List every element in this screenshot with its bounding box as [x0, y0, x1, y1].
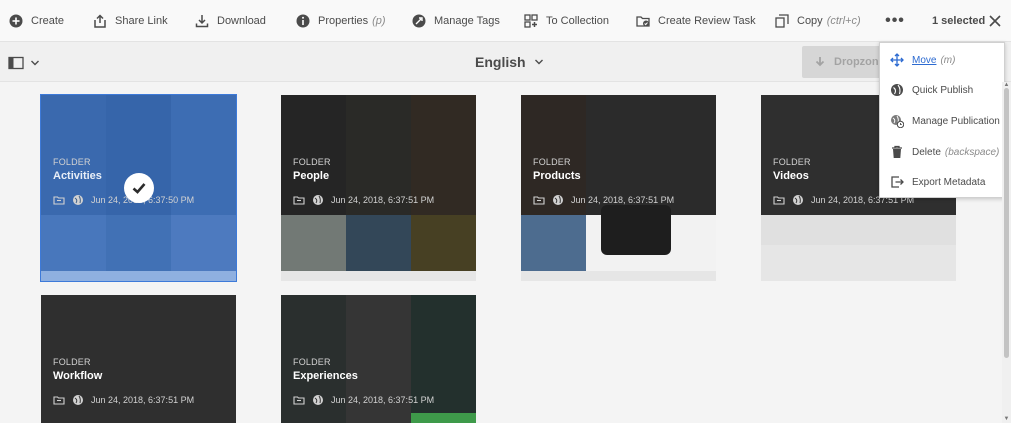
to-collection-button[interactable]: To Collection — [524, 0, 609, 42]
trash-icon — [892, 145, 902, 158]
globe-icon — [313, 395, 323, 405]
globe-icon — [553, 195, 563, 205]
card-date: Jun 24, 2018, 6:37:51 PM — [331, 395, 435, 405]
download-button[interactable]: Download — [195, 0, 266, 42]
close-icon[interactable] — [988, 14, 1002, 28]
menu-item-label: Move — [912, 54, 937, 66]
copy-icon — [775, 14, 789, 28]
to-collection-label: To Collection — [546, 15, 609, 27]
card-title: Workflow — [53, 370, 103, 382]
info-icon — [296, 14, 310, 28]
menu-item-move[interactable]: Move (m) — [880, 45, 1004, 75]
language-label: English — [475, 54, 526, 70]
folder-card-products[interactable]: FOLDER Products Jun 24, 2018, 6:37:51 PM — [521, 95, 716, 281]
share-link-label: Share Link — [115, 15, 168, 27]
action-toolbar: Create Share Link Download Properties (p)… — [0, 0, 1011, 42]
folder-share-icon — [53, 196, 65, 205]
menu-item-label: Manage Publication — [912, 115, 1000, 127]
folder-card-experiences[interactable]: FOLDER Experiences Jun 24, 2018, 6:37:51… — [281, 295, 476, 423]
card-kind: FOLDER — [53, 357, 91, 367]
more-actions-menu: Move (m) Quick Publish Manage Publication… — [879, 42, 1005, 198]
folder-share-icon — [533, 196, 545, 205]
add-circle-icon — [9, 14, 23, 28]
globe-icon — [73, 195, 83, 205]
more-actions-button[interactable]: ••• — [884, 0, 906, 42]
properties-button[interactable]: Properties (p) — [296, 0, 386, 42]
folder-share-icon — [293, 396, 305, 405]
download-icon — [195, 15, 209, 28]
selected-count: 1 selected — [932, 15, 986, 27]
view-bar: English Dropzone — [0, 42, 1011, 82]
globe-icon — [313, 195, 323, 205]
menu-item-shortcut: (backspace) — [944, 146, 1000, 158]
menu-item-export-metadata[interactable]: Export Metadata — [880, 167, 1004, 197]
globe-icon — [73, 395, 83, 405]
menu-item-label: Export Metadata — [912, 176, 986, 188]
globe-clock-icon — [891, 115, 904, 128]
card-title: Products — [533, 170, 581, 182]
menu-item-label: Delete — [912, 146, 941, 158]
check-icon — [132, 183, 146, 194]
menu-item-shortcut: (m) — [940, 54, 956, 66]
collection-add-icon — [524, 14, 538, 28]
copy-shortcut: (ctrl+c) — [826, 15, 861, 27]
folder-share-icon — [293, 196, 305, 205]
card-date: Jun 24, 2018, 6:37:51 PM — [331, 195, 435, 205]
share-link-button[interactable]: Share Link — [93, 0, 168, 42]
selection-strip — [41, 271, 236, 281]
create-review-task-button[interactable]: Create Review Task — [636, 0, 756, 42]
folder-card-people[interactable]: FOLDER People Jun 24, 2018, 6:37:51 PM — [281, 95, 476, 281]
copy-button[interactable]: Copy (ctrl+c) — [775, 0, 861, 42]
move-icon — [890, 53, 904, 67]
card-date: Jun 24, 2018, 6:37:51 PM — [571, 195, 675, 205]
folder-card-workflow[interactable]: FOLDER Workflow Jun 24, 2018, 6:37:51 PM — [41, 295, 236, 423]
vertical-scrollbar[interactable]: ▲ ▼ — [1002, 82, 1011, 423]
card-footer — [761, 215, 956, 245]
properties-label: Properties — [318, 15, 369, 27]
rail-toggle-button[interactable] — [8, 55, 40, 71]
chevron-down-icon — [31, 60, 39, 66]
menu-item-manage-publication[interactable]: Manage Publication — [880, 106, 1004, 136]
menu-item-delete[interactable]: Delete (backspace) — [880, 137, 1004, 167]
folder-share-icon — [53, 396, 65, 405]
manage-tags-label: Manage Tags — [434, 15, 500, 27]
folder-share-icon — [773, 196, 785, 205]
tag-icon — [412, 14, 426, 28]
globe-icon — [793, 195, 803, 205]
side-panel-icon — [8, 56, 24, 70]
dropzone-label: Dropzone — [834, 56, 885, 68]
selected-checkmark[interactable] — [124, 173, 154, 203]
menu-item-label: Quick Publish — [912, 84, 974, 96]
manage-tags-button[interactable]: Manage Tags — [412, 0, 500, 42]
menu-item-quick-publish[interactable]: Quick Publish — [880, 75, 1004, 105]
export-icon — [891, 176, 904, 188]
copy-label: Copy — [797, 15, 823, 27]
scroll-down-arrow[interactable]: ▼ — [1002, 416, 1011, 422]
folder-card-activities[interactable]: FOLDER Activities Jun 24, 2018, 6:37:50 … — [40, 94, 237, 282]
card-title: People — [293, 170, 330, 182]
card-kind: FOLDER — [533, 157, 571, 167]
card-kind: FOLDER — [53, 157, 91, 167]
download-icon — [815, 57, 825, 67]
card-date: Jun 24, 2018, 6:37:51 PM — [91, 395, 195, 405]
download-label: Download — [217, 15, 266, 27]
chevron-down-icon — [534, 59, 543, 65]
card-kind: FOLDER — [293, 157, 331, 167]
share-icon — [94, 14, 106, 28]
create-button[interactable]: Create — [9, 0, 64, 42]
create-review-task-label: Create Review Task — [658, 15, 756, 27]
review-task-icon — [636, 16, 650, 27]
create-label: Create — [31, 15, 65, 27]
language-selector[interactable]: English — [475, 42, 544, 82]
card-kind: FOLDER — [293, 357, 331, 367]
card-title: Experiences — [293, 370, 358, 382]
scrollbar-thumb[interactable] — [1004, 88, 1009, 358]
properties-shortcut: (p) — [372, 15, 386, 27]
globe-icon — [891, 84, 903, 96]
